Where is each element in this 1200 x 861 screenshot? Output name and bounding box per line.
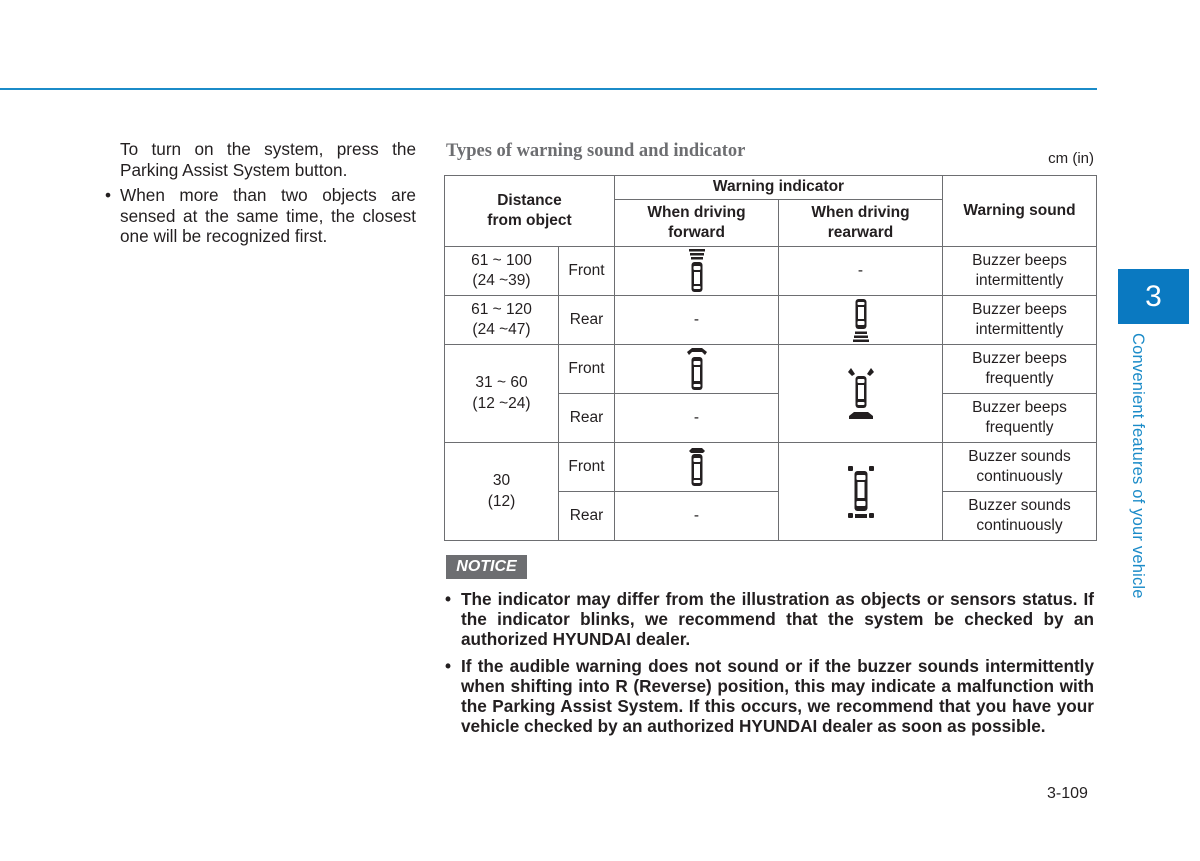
forward-indicator-cell xyxy=(614,344,779,394)
header-forward: When driving forward xyxy=(614,199,779,247)
sound-cell: Buzzer sounds continuously xyxy=(942,442,1097,492)
notice-item: • The indicator may differ from the illu… xyxy=(445,589,1094,650)
forward-indicator-cell: - xyxy=(614,295,779,345)
left-column: To turn on the system, press the Parking… xyxy=(105,139,416,247)
car-all-near-icon xyxy=(847,465,874,518)
forward-indicator-cell xyxy=(614,246,779,296)
car-front-far-icon xyxy=(688,249,705,292)
car-all-mid-icon xyxy=(847,367,874,419)
position-cell: Front xyxy=(558,442,615,492)
page-number: 3-109 xyxy=(1047,785,1088,802)
forward-indicator-cell: - xyxy=(614,491,779,541)
position-cell: Front xyxy=(558,246,615,296)
position-cell: Rear xyxy=(558,491,615,541)
position-cell: Front xyxy=(558,344,615,394)
car-front-mid-icon xyxy=(686,348,707,390)
header-rearward: When driving rearward xyxy=(778,199,943,247)
sound-cell: Buzzer beeps frequently xyxy=(942,344,1097,394)
rearward-indicator-cell: - xyxy=(778,246,943,296)
bullet-text: When more than two objects are sensed at… xyxy=(120,185,416,246)
distance-cell: 61 ~ 100 (24 ~39) xyxy=(444,246,559,296)
sound-cell: Buzzer beeps intermittently xyxy=(942,295,1097,345)
bullet-dot: • xyxy=(445,655,452,676)
forward-indicator-cell xyxy=(614,442,779,492)
forward-indicator-cell: - xyxy=(614,393,779,443)
units-label: cm (in) xyxy=(1048,150,1094,167)
section-title: Types of warning sound and indicator xyxy=(446,141,746,161)
rearward-indicator-cell xyxy=(778,295,943,345)
intro-paragraph: To turn on the system, press the Parking… xyxy=(120,139,416,180)
bullet-dot: • xyxy=(105,185,112,205)
sound-cell: Buzzer beeps frequently xyxy=(942,393,1097,443)
header-distance: Distance from object xyxy=(444,175,615,247)
position-cell: Rear xyxy=(558,295,615,345)
header-rule xyxy=(0,88,1097,90)
sound-cell: Buzzer beeps intermittently xyxy=(942,246,1097,296)
notice-badge: NOTICE xyxy=(446,555,527,579)
chapter-title: Convenient features of your vehicle xyxy=(1129,333,1147,599)
bullet-paragraph: • When more than two objects are sensed … xyxy=(105,185,416,247)
rearward-indicator-cell xyxy=(778,442,943,541)
bullet-dot: • xyxy=(445,589,452,609)
car-front-near-icon xyxy=(688,448,705,486)
table-row: 31 ~ 60 (12 ~24) Front Buzzer beeps freq… xyxy=(444,344,1097,443)
chapter-tab: 3 xyxy=(1118,269,1189,324)
rearward-indicator-cell xyxy=(778,344,943,443)
notice-list: • The indicator may differ from the illu… xyxy=(445,589,1094,742)
table-row: 61 ~ 100 (24 ~39) Front - Buzzer beeps in… xyxy=(444,246,1097,296)
header-warning-indicator: Warning indicator xyxy=(614,175,943,200)
notice-item: • If the audible warning does not sound … xyxy=(445,655,1094,737)
header-warning-sound: Warning sound xyxy=(942,175,1097,247)
table-row: 30 (12) Front Buzzer sounds continuously xyxy=(444,442,1097,541)
position-cell: Rear xyxy=(558,393,615,443)
distance-cell: 61 ~ 120 (24 ~47) xyxy=(444,295,559,345)
distance-cell: 30 (12) xyxy=(444,442,559,541)
table-row: 61 ~ 120 (24 ~47) Rear - Buzzer beeps int… xyxy=(444,295,1097,345)
sound-cell: Buzzer sounds continuously xyxy=(942,491,1097,541)
warning-table: Distance from object Warning indicator W… xyxy=(444,175,1097,541)
car-rear-far-icon xyxy=(852,299,869,342)
distance-cell: 31 ~ 60 (12 ~24) xyxy=(444,344,559,443)
